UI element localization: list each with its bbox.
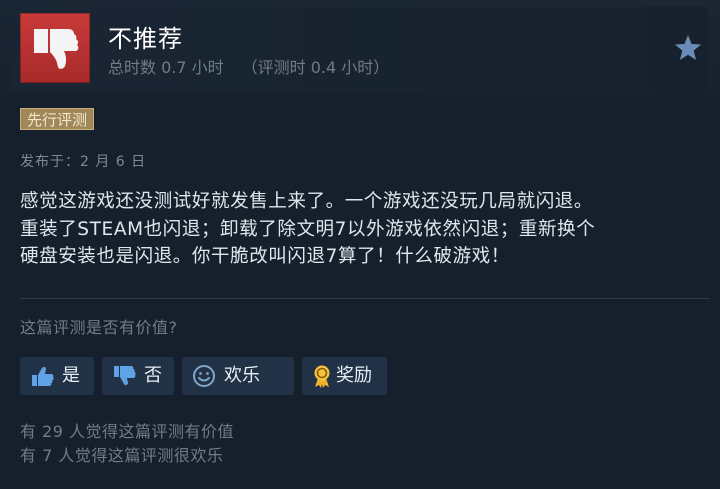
vote-stats: 有 29 人觉得这篇评测有价值 有 7 人觉得这篇评测很欢乐 — [20, 420, 234, 468]
review-line: 重装了STEAM也闪退；卸载了除文明7以外游戏依然闪退；重新换个 — [20, 218, 596, 240]
verdict-thumb-box — [20, 13, 90, 83]
playtime-at-review: （评测时 0.4 小时） — [241, 58, 390, 77]
thumbs-up-icon — [32, 366, 54, 386]
review-header-inner: 不推荐 总时数 0.7 小时 （评测时 0.4 小时） — [12, 7, 708, 89]
playtime: 总时数 0.7 小时 （评测时 0.4 小时） — [108, 54, 389, 78]
helpful-question: 这篇评测是否有价值? — [20, 318, 178, 337]
star-icon[interactable] — [673, 33, 703, 63]
award-ribbon-icon — [314, 365, 330, 388]
review-header: 不推荐 总时数 0.7 小时 （评测时 0.4 小时） — [0, 0, 720, 94]
early-access-badge: 先行评测 — [20, 108, 95, 130]
review-card: 不推荐 总时数 0.7 小时 （评测时 0.4 小时） 先行评测 发布于：2 月 … — [0, 0, 720, 489]
thumbs-down-icon — [34, 29, 79, 69]
award-label: 奖励 — [336, 365, 372, 386]
vote-no-label: 否 — [144, 365, 162, 386]
verdict-title: 不推荐 — [108, 25, 183, 53]
vote-yes-label: 是 — [62, 365, 80, 386]
funny-count: 有 7 人觉得这篇评测很欢乐 — [20, 446, 224, 465]
divider — [20, 298, 710, 299]
helpful-count: 有 29 人觉得这篇评测有价值 — [20, 422, 235, 441]
vote-no-button[interactable]: 否 — [102, 357, 174, 395]
thumbs-down-icon — [114, 366, 136, 386]
award-button[interactable]: 奖励 — [302, 357, 387, 395]
post-date: 发布于：2 月 6 日 — [20, 154, 147, 170]
vote-yes-button[interactable]: 是 — [20, 357, 94, 395]
review-line: 感觉这游戏还没测试好就发售上来了。一个游戏还没玩几局就闪退。 — [20, 191, 594, 212]
review-body: 感觉这游戏还没测试好就发售上来了。一个游戏还没玩几局就闪退。 重装了STEAM也… — [20, 188, 710, 271]
playtime-total: 总时数 0.7 小时 — [108, 58, 224, 77]
vote-funny-button[interactable]: 欢乐 — [182, 357, 294, 395]
vote-funny-label: 欢乐 — [224, 365, 260, 386]
review-line: 硬盘安装也是闪退。你干脆改叫闪退7算了！什么破游戏！ — [20, 246, 510, 267]
smiley-icon — [193, 365, 215, 387]
